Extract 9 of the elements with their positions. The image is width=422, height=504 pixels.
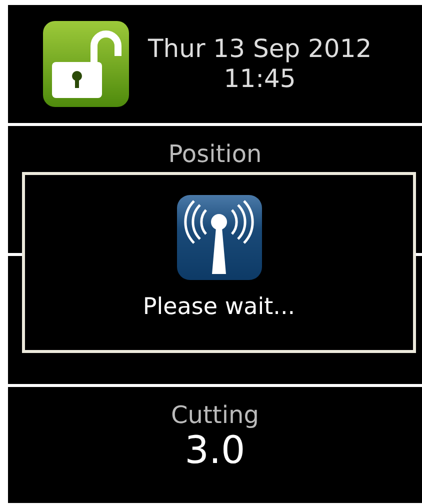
panel-label: Position [168, 140, 262, 168]
panel-value: 3.0 [184, 429, 246, 471]
panel-label: Cutting [171, 401, 259, 429]
time-text: 11:45 [224, 64, 296, 94]
value-panel[interactable]: Cutting 3.0 [8, 387, 422, 503]
wait-message: Please wait... [142, 293, 296, 321]
date-text: Thur 13 Sep 2012 [148, 34, 372, 64]
antenna-tower-icon [176, 194, 262, 281]
unlocked-padlock-icon[interactable] [42, 20, 130, 108]
